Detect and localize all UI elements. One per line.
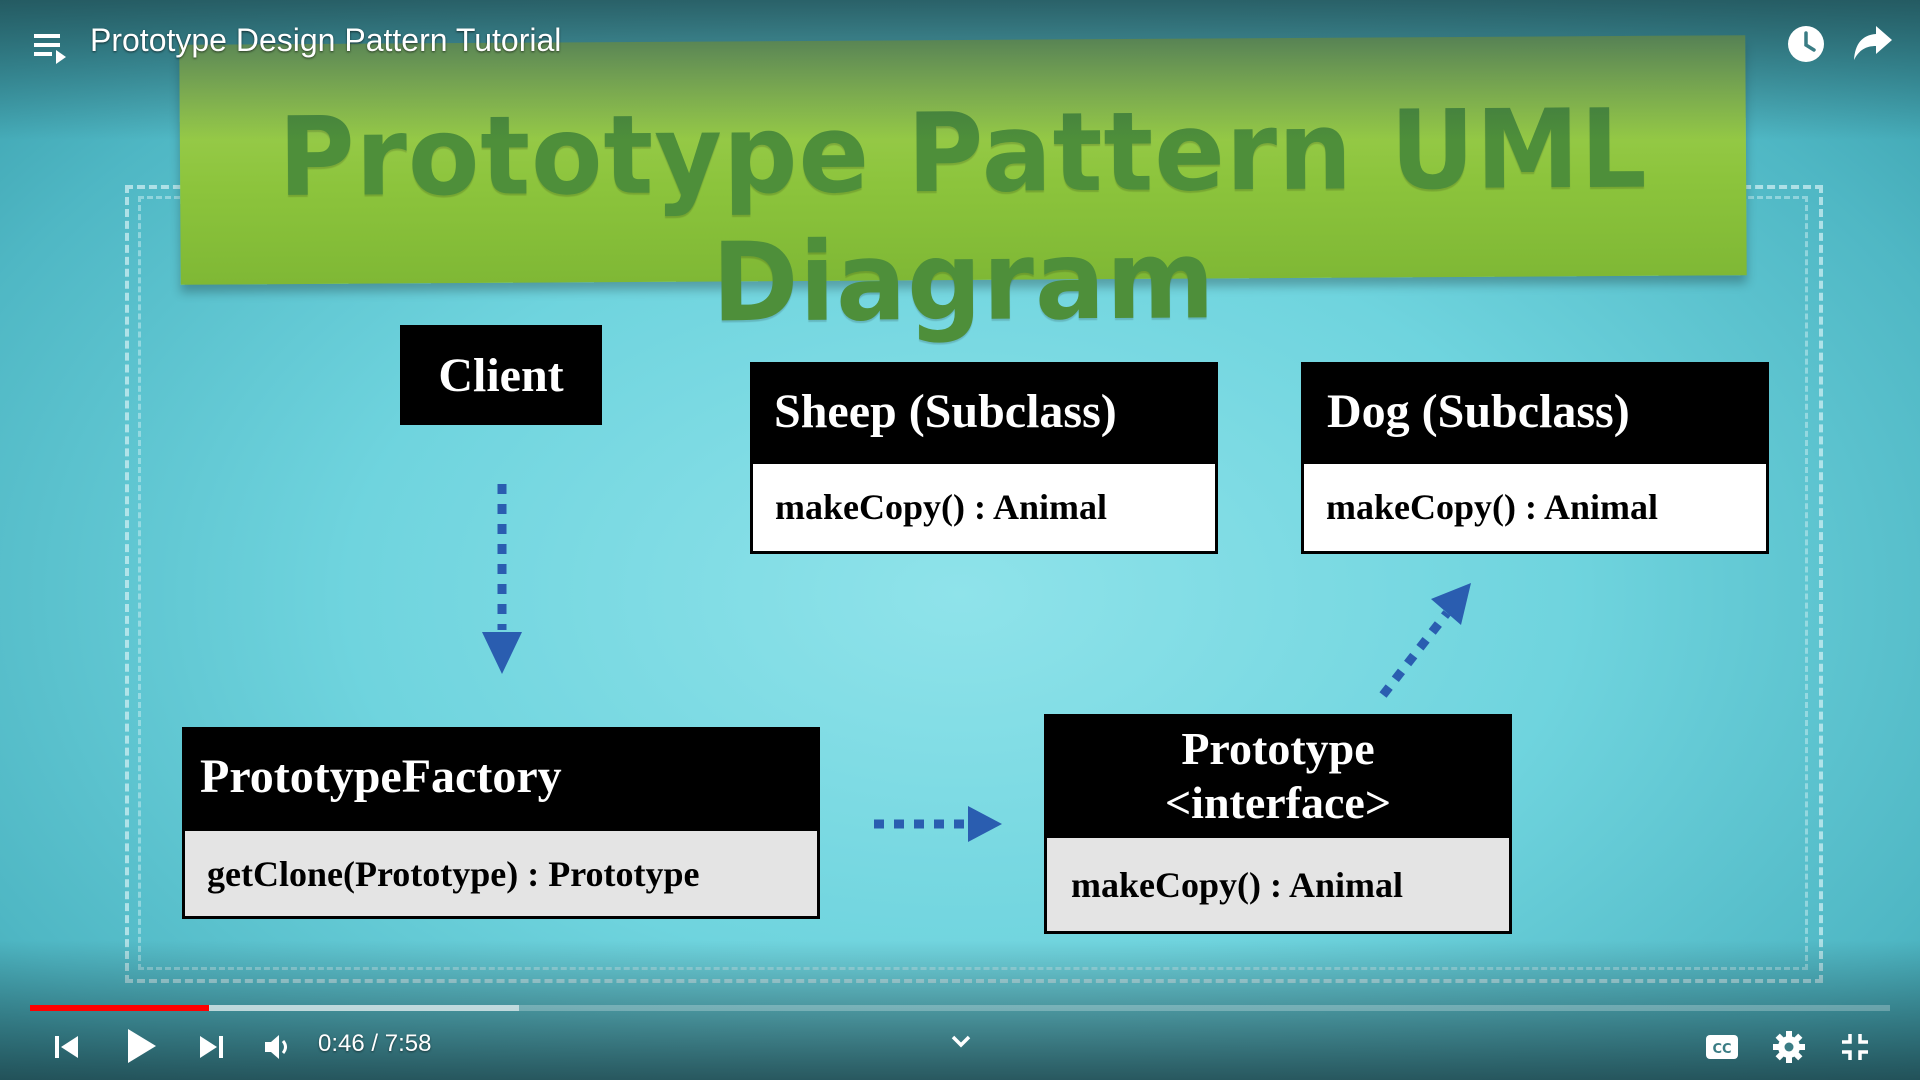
- progress-bar[interactable]: [30, 1005, 1890, 1011]
- gear-icon[interactable]: [1772, 1030, 1806, 1064]
- prototype-name-line1: Prototype: [1181, 723, 1375, 774]
- client-box: Client: [400, 325, 602, 425]
- exit-fullscreen-icon[interactable]: [1840, 1032, 1870, 1062]
- time-separator: /: [364, 1030, 385, 1057]
- prototype-interface-box: Prototype <interface> makeCopy() : Anima…: [1044, 714, 1512, 934]
- playlist-icon[interactable]: [32, 30, 70, 66]
- clock-icon[interactable]: [1786, 24, 1826, 64]
- top-gradient: [0, 0, 1920, 140]
- volume-icon[interactable]: [262, 1032, 292, 1062]
- time-total: 7:58: [384, 1030, 432, 1057]
- dog-class-box: Dog (Subclass) makeCopy() : Animal: [1301, 362, 1769, 554]
- skip-previous-icon[interactable]: [52, 1032, 82, 1062]
- factory-method: getClone(Prototype) : Prototype: [182, 831, 820, 919]
- sheep-method: makeCopy() : Animal: [750, 464, 1218, 554]
- sheep-class-box: Sheep (Subclass) makeCopy() : Animal: [750, 362, 1218, 554]
- sheep-class-name: Sheep (Subclass): [750, 362, 1218, 464]
- prototype-factory-box: PrototypeFactory getClone(Prototype) : P…: [182, 727, 820, 919]
- prototype-class-name: Prototype <interface>: [1044, 714, 1512, 838]
- factory-to-prototype-arrow: [874, 806, 1002, 842]
- time-display: 0:46 / 7:58: [318, 1030, 431, 1058]
- client-label: Client: [438, 348, 564, 402]
- closed-captions-icon[interactable]: CC: [1704, 1032, 1740, 1062]
- progress-played: [30, 1005, 210, 1011]
- client-to-factory-arrow: [482, 484, 522, 674]
- prototype-name-line2: <interface>: [1164, 777, 1392, 828]
- time-current: 0:46: [318, 1030, 365, 1057]
- factory-class-name: PrototypeFactory: [182, 727, 820, 831]
- video-player[interactable]: Prototype Pattern UML Diagram Client She…: [0, 0, 1920, 1080]
- share-arrow-icon[interactable]: [1852, 24, 1894, 64]
- svg-text:CC: CC: [1712, 1042, 1731, 1057]
- skip-next-icon[interactable]: [196, 1032, 226, 1062]
- prototype-method: makeCopy() : Animal: [1044, 838, 1512, 934]
- video-title[interactable]: Prototype Design Pattern Tutorial: [90, 22, 561, 59]
- play-icon[interactable]: [124, 1026, 158, 1066]
- prototype-to-subclass-arrow: [1379, 583, 1471, 698]
- dog-class-name: Dog (Subclass): [1301, 362, 1769, 464]
- chevron-down-icon[interactable]: [948, 1032, 974, 1052]
- dog-method: makeCopy() : Animal: [1301, 464, 1769, 554]
